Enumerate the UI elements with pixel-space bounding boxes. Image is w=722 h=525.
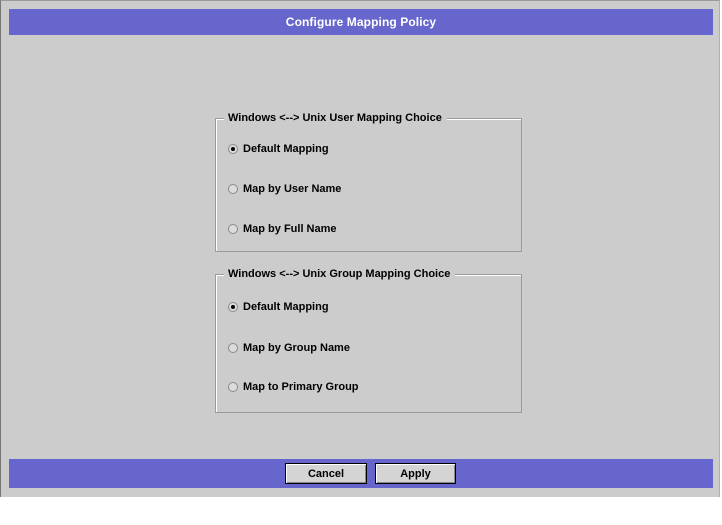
window-title: Configure Mapping Policy — [285, 15, 437, 29]
radio-selected-icon[interactable] — [228, 302, 238, 312]
radio-unselected-icon[interactable] — [228, 343, 238, 353]
radio-label: Map by User Name — [243, 183, 342, 195]
group-mapping-default-radio[interactable]: Default Mapping — [228, 301, 329, 313]
radio-label: Map to Primary Group — [243, 381, 359, 393]
configure-mapping-policy-window: Configure Mapping Policy Windows <--> Un… — [0, 0, 720, 497]
group-mapping-by-group-name-radio[interactable]: Map by Group Name — [228, 342, 350, 354]
user-mapping-by-full-name-radio[interactable]: Map by Full Name — [228, 223, 337, 235]
apply-button[interactable]: Apply — [375, 463, 456, 484]
radio-label: Default Mapping — [243, 143, 329, 155]
radio-selected-icon[interactable] — [228, 144, 238, 154]
radio-label: Map by Group Name — [243, 342, 350, 354]
user-mapping-by-user-name-radio[interactable]: Map by User Name — [228, 183, 341, 195]
user-mapping-group: Windows <--> Unix User Mapping Choice De… — [215, 110, 522, 252]
group-mapping-legend: Windows <--> Unix Group Mapping Choice — [224, 266, 456, 282]
radio-unselected-icon[interactable] — [228, 184, 238, 194]
radio-label: Map by Full Name — [243, 223, 337, 235]
radio-unselected-icon[interactable] — [228, 382, 238, 392]
group-mapping-group: Windows <--> Unix Group Mapping Choice D… — [215, 266, 522, 413]
user-mapping-default-radio[interactable]: Default Mapping — [228, 143, 329, 155]
title-bar: Configure Mapping Policy — [9, 9, 713, 35]
user-mapping-legend: Windows <--> Unix User Mapping Choice — [224, 110, 447, 126]
radio-unselected-icon[interactable] — [228, 224, 238, 234]
group-mapping-primary-group-radio[interactable]: Map to Primary Group — [228, 381, 359, 393]
button-bar: Cancel Apply — [9, 459, 713, 488]
radio-label: Default Mapping — [243, 301, 329, 313]
cancel-button[interactable]: Cancel — [285, 463, 367, 484]
